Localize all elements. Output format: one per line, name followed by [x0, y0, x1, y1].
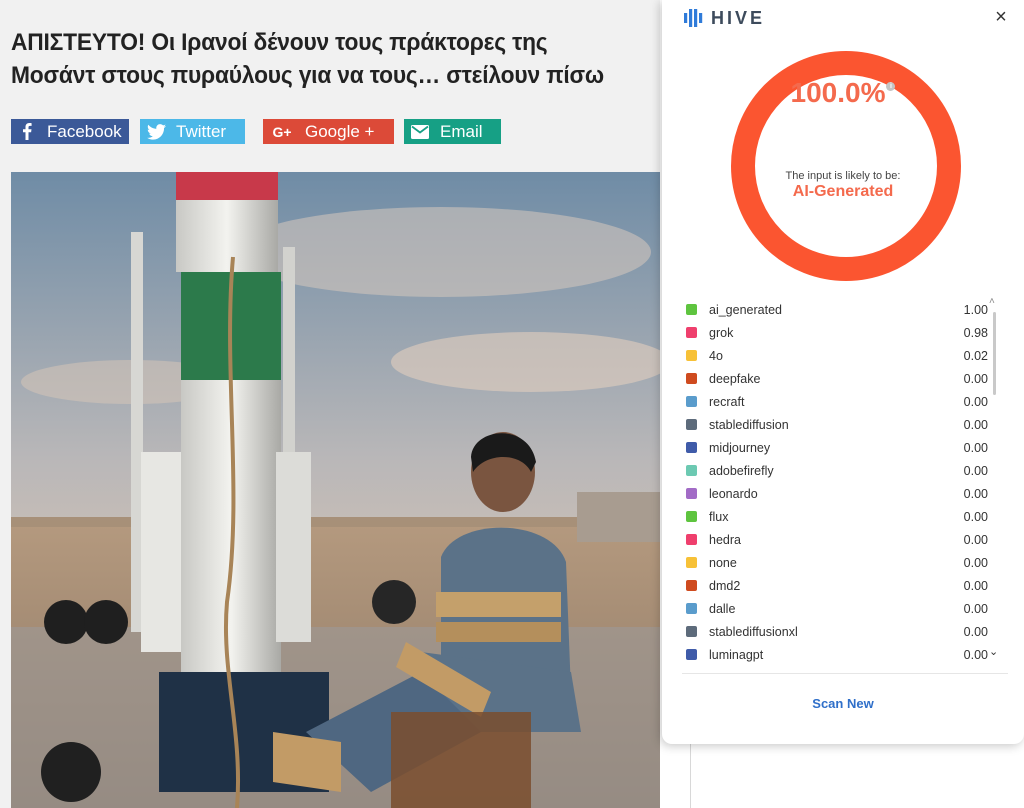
- results-scrollbar[interactable]: [993, 312, 996, 395]
- result-value: 0.98: [963, 325, 988, 340]
- result-row-stablediffusionxl: stablediffusionxl 0.00: [686, 620, 988, 643]
- ai-score-value: 100.0%: [790, 77, 886, 108]
- result-name: dmd2: [709, 578, 741, 593]
- result-row-recraft: recraft 0.00: [686, 390, 988, 413]
- result-name: deepfake: [709, 371, 761, 386]
- scan-new-button[interactable]: Scan New: [662, 696, 1024, 711]
- result-swatch: [686, 511, 697, 522]
- result-row-dmd2: dmd2 0.00: [686, 574, 988, 597]
- result-row-stablediffusion: stablediffusion 0.00: [686, 413, 988, 436]
- result-name: ai_generated: [709, 302, 782, 317]
- result-swatch: [686, 626, 697, 637]
- result-row-leonardo: leonardo 0.00: [686, 482, 988, 505]
- result-row-ai_generated: ai_generated 1.00: [686, 298, 988, 321]
- result-value: 0.00: [963, 601, 988, 616]
- result-value: 0.00: [963, 486, 988, 501]
- column-divider: [690, 740, 691, 808]
- divider: [682, 673, 1008, 674]
- result-name: stablediffusionxl: [709, 624, 798, 639]
- result-value: 0.00: [963, 417, 988, 432]
- result-swatch: [686, 396, 697, 407]
- share-google-plus-button[interactable]: G+ Google +: [263, 119, 394, 144]
- envelope-icon: [408, 119, 432, 144]
- likely-label: The input is likely to be:: [785, 170, 901, 182]
- info-icon[interactable]: i: [886, 82, 896, 91]
- result-swatch: [686, 350, 697, 361]
- result-row-hedra: hedra 0.00: [686, 528, 988, 551]
- result-row-grok: grok 0.98: [686, 321, 988, 344]
- headline-line-1: ΑΠΙΣΤΕΥΤΟ! Οι Ιρανοί δένουν τους πράκτορ…: [11, 29, 548, 56]
- result-name: luminagpt: [709, 647, 764, 662]
- result-row-deepfake: deepfake 0.00: [686, 367, 988, 390]
- share-email-button[interactable]: Email: [404, 119, 501, 144]
- result-name: dalle: [709, 601, 736, 616]
- hive-detection-panel: HIVE × 100.0% i The input is likely to be…: [662, 0, 1024, 744]
- result-name: hedra: [709, 532, 741, 547]
- result-row-dalle: dalle 0.00: [686, 597, 988, 620]
- share-facebook-button[interactable]: Facebook: [11, 119, 129, 144]
- results-list[interactable]: ai_generated 1.00 grok 0.98 4o 0.02 deepfake 0.…: [686, 298, 988, 666]
- article-headline: ΑΠΙΣΤΕΥΤΟ! Οι Ιρανοί δένουν τους πράκτορ…: [11, 26, 625, 92]
- verdict-label: AI-Generated: [792, 183, 894, 200]
- google-plus-icon: G+: [272, 123, 292, 140]
- result-value: 0.00: [963, 509, 988, 524]
- result-swatch: [686, 649, 697, 660]
- share-twitter-button[interactable]: Twitter: [140, 119, 245, 144]
- result-name: 4o: [709, 348, 723, 363]
- article-photo: [11, 172, 660, 808]
- result-value: 0.00: [963, 578, 988, 593]
- result-name: adobefirefly: [709, 463, 774, 478]
- result-value: 0.00: [963, 394, 988, 409]
- result-swatch: [686, 465, 697, 476]
- result-value: 0.00: [963, 371, 988, 386]
- share-facebook-label: Facebook: [47, 121, 122, 141]
- result-swatch: [686, 488, 697, 499]
- result-swatch: [686, 304, 697, 315]
- chevron-down-icon[interactable]: ⌄: [989, 645, 998, 658]
- result-name: midjourney: [709, 440, 771, 455]
- result-name: none: [709, 555, 737, 570]
- result-name: recraft: [709, 394, 745, 409]
- hive-logo-icon: [684, 9, 703, 27]
- twitter-icon: [144, 119, 168, 144]
- ai-score: 100.0% i: [662, 77, 1024, 109]
- result-swatch: [686, 534, 697, 545]
- result-swatch: [686, 580, 697, 591]
- result-row-none: none 0.00: [686, 551, 988, 574]
- result-swatch: [686, 442, 697, 453]
- result-value: 0.00: [963, 647, 988, 662]
- result-row-flux: flux 0.00: [686, 505, 988, 528]
- result-swatch: [686, 419, 697, 430]
- facebook-icon: [15, 119, 39, 144]
- result-row-midjourney: midjourney 0.00: [686, 436, 988, 459]
- result-value: 0.00: [963, 624, 988, 639]
- result-swatch: [686, 603, 697, 614]
- result-name: stablediffusion: [709, 417, 789, 432]
- result-name: flux: [709, 509, 729, 524]
- result-value: 0.00: [963, 440, 988, 455]
- result-swatch: [686, 373, 697, 384]
- result-row-luminagpt: luminagpt 0.00: [686, 643, 988, 666]
- share-google-plus-label: Google +: [305, 121, 375, 141]
- result-row-4o: 4o 0.02: [686, 344, 988, 367]
- scroll-up-icon[interactable]: ˄: [989, 296, 995, 307]
- result-row-adobefirefly: adobefirefly 0.00: [686, 459, 988, 482]
- result-value: 0.00: [963, 463, 988, 478]
- hive-brand-name: HIVE: [711, 7, 766, 28]
- headline-line-2: Μοσάντ στους πυραύλους για να τους… στεί…: [11, 62, 604, 89]
- result-value: 0.00: [963, 532, 988, 547]
- share-email-label: Email: [440, 121, 483, 141]
- result-value: 1.00: [963, 302, 988, 317]
- close-icon[interactable]: ×: [992, 7, 1010, 27]
- hive-logo: HIVE: [683, 8, 765, 28]
- result-value: 0.00: [963, 555, 988, 570]
- result-name: leonardo: [709, 486, 758, 501]
- result-name: grok: [709, 325, 734, 340]
- result-swatch: [686, 327, 697, 338]
- result-swatch: [686, 557, 697, 568]
- share-twitter-label: Twitter: [176, 121, 227, 141]
- result-value: 0.02: [963, 348, 988, 363]
